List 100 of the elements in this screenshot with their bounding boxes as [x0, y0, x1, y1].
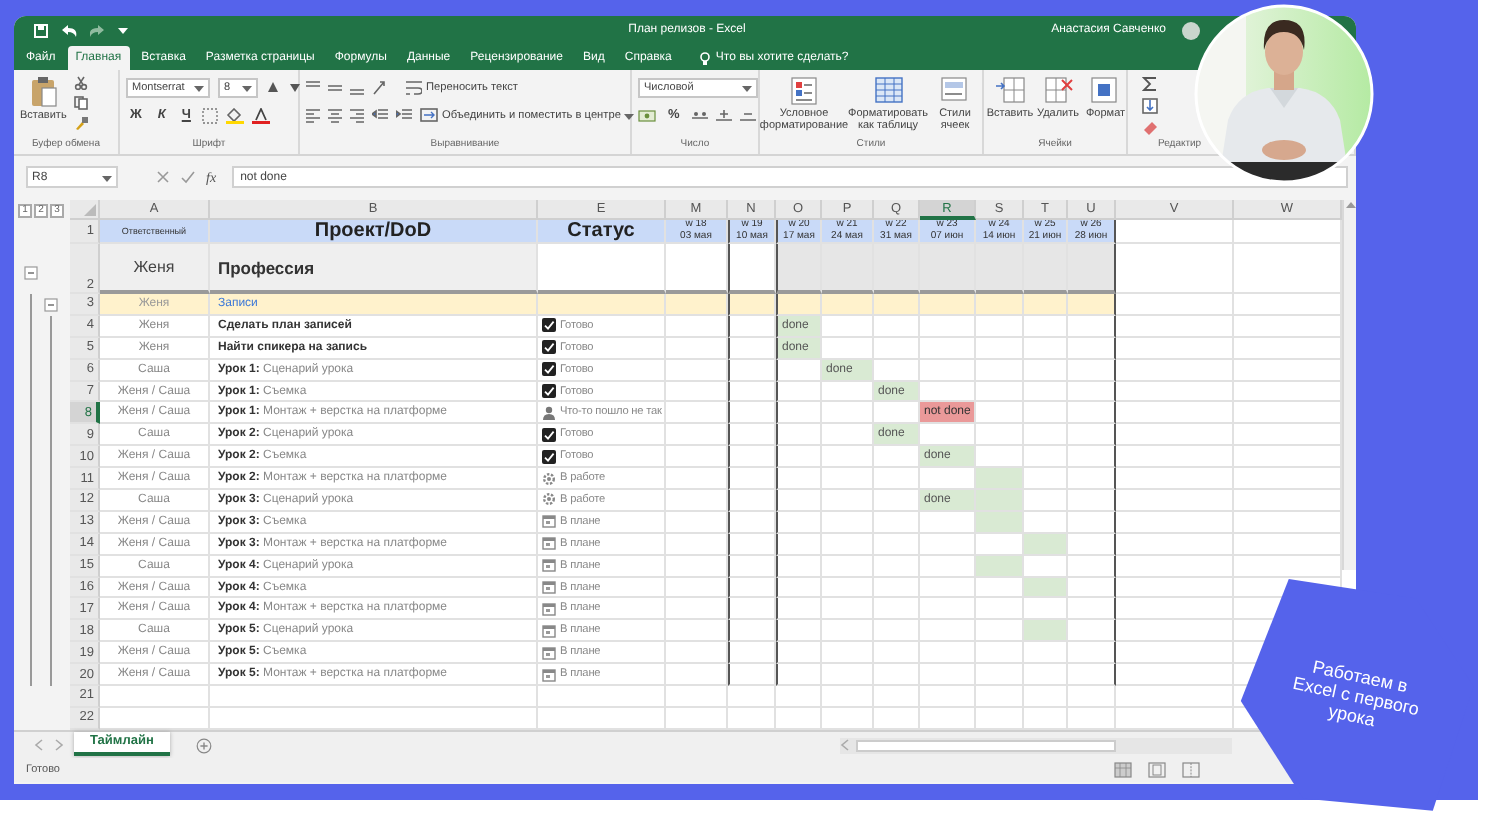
table-cell: [920, 598, 976, 621]
table-cell: [776, 468, 822, 491]
table-cell: [1024, 294, 1068, 316]
enter-icon[interactable]: [180, 170, 196, 184]
table-cell: [822, 315, 874, 338]
table-cell: [776, 424, 822, 447]
calendar-icon: [542, 645, 556, 660]
indent-decrease-icon[interactable]: [372, 108, 388, 122]
checkbox-icon: [542, 318, 556, 333]
undo-icon[interactable]: [60, 23, 78, 37]
caret-icon: [742, 83, 752, 91]
increase-decimal-icon[interactable]: [715, 108, 732, 122]
currency-icon[interactable]: [638, 107, 656, 123]
brush-icon[interactable]: [74, 116, 89, 132]
page-break-icon[interactable]: [1182, 762, 1200, 778]
font-color-icon[interactable]: [252, 107, 271, 123]
format-cells-icon: [1090, 76, 1121, 106]
table-cell: [1116, 337, 1234, 360]
copy-icon[interactable]: [74, 96, 89, 110]
table-cell: [874, 337, 920, 360]
orientation-icon[interactable]: [372, 79, 386, 95]
table-cell: [1068, 511, 1116, 534]
table-cell: [776, 577, 822, 599]
table-cell: [976, 359, 1024, 382]
scroll-right-icon[interactable]: [54, 738, 64, 752]
checkbox-icon: [542, 427, 556, 442]
table-cell: [822, 577, 874, 599]
table-cell: [822, 446, 874, 469]
table-cell: [822, 490, 874, 512]
table-cell: [728, 446, 776, 469]
table-cell: [822, 294, 874, 316]
scissors-icon[interactable]: [74, 76, 89, 90]
decrease-font-icon[interactable]: [288, 80, 302, 94]
scroll-left-icon[interactable]: [34, 738, 44, 752]
table-cell: [1024, 686, 1068, 708]
table-cell: [728, 642, 776, 665]
caret-icon: [102, 173, 112, 181]
save-icon[interactable]: [34, 23, 48, 37]
table-cell: [728, 468, 776, 491]
table-cell: [920, 664, 976, 687]
table-cell: [920, 359, 976, 382]
table-cell: [976, 424, 1024, 447]
collapse-icon[interactable]: [44, 298, 58, 312]
page-layout-icon[interactable]: [1148, 762, 1166, 778]
table-cell: [1116, 402, 1234, 425]
table-cell: [728, 359, 776, 382]
table-cell: [920, 686, 976, 708]
table-cell: [822, 511, 874, 534]
comma-icon[interactable]: [691, 108, 708, 122]
normal-view-icon[interactable]: [1114, 762, 1132, 778]
fill-down-icon[interactable]: [1142, 98, 1158, 114]
table-cell: [1116, 577, 1234, 599]
table-cell: [666, 686, 728, 708]
table-cell: [728, 490, 776, 512]
eraser-icon[interactable]: [1142, 120, 1158, 136]
table-cell: Женя: [100, 244, 210, 294]
table-cell: [874, 664, 920, 687]
align-center-icon[interactable]: [328, 107, 342, 123]
calendar-icon: [542, 514, 556, 529]
sum-icon[interactable]: [1142, 76, 1158, 92]
increase-font-icon[interactable]: [266, 80, 280, 94]
collapse-icon[interactable]: [24, 266, 38, 280]
table-cell: [874, 555, 920, 578]
align-left-icon[interactable]: [306, 107, 320, 123]
table-cell: [1068, 533, 1116, 556]
decrease-decimal-icon[interactable]: [739, 108, 756, 122]
table-cell: [1024, 315, 1068, 338]
calendar-icon: [542, 623, 556, 638]
vertical-scrollbar[interactable]: [1342, 200, 1356, 570]
caret-icon[interactable]: [118, 25, 128, 35]
table-cell: [776, 555, 822, 578]
table-cell: [1116, 381, 1234, 403]
redo-icon[interactable]: [90, 23, 106, 37]
indent-increase-icon[interactable]: [396, 108, 412, 122]
table-cell: [1068, 446, 1116, 469]
table-cell: [776, 381, 822, 403]
table-cell: [976, 402, 1024, 425]
fill-color-icon[interactable]: [226, 107, 245, 123]
table-cell: [1068, 424, 1116, 447]
align-right-icon[interactable]: [350, 107, 364, 123]
calendar-icon: [542, 667, 556, 682]
delete-cells-icon: [1043, 76, 1073, 106]
table-cell: [976, 642, 1024, 665]
table-cell: [1024, 642, 1068, 665]
table-cell: [776, 664, 822, 687]
table-cell: [1068, 468, 1116, 491]
table-cell: [776, 620, 822, 643]
user-avatar[interactable]: [1182, 21, 1200, 39]
table-cell: [1068, 381, 1116, 403]
table-cell: [920, 642, 976, 665]
borders-icon[interactable]: [202, 107, 219, 123]
table-cell: [822, 555, 874, 578]
table-cell: [1116, 446, 1234, 469]
caret-icon: [194, 83, 204, 91]
table-cell: [1116, 315, 1234, 338]
align-middle-icon[interactable]: [328, 79, 342, 95]
add-sheet-icon[interactable]: [195, 737, 212, 753]
horizontal-scrollbar[interactable]: [840, 737, 1232, 753]
calendar-icon: [542, 601, 556, 616]
cancel-icon[interactable]: [156, 170, 170, 184]
